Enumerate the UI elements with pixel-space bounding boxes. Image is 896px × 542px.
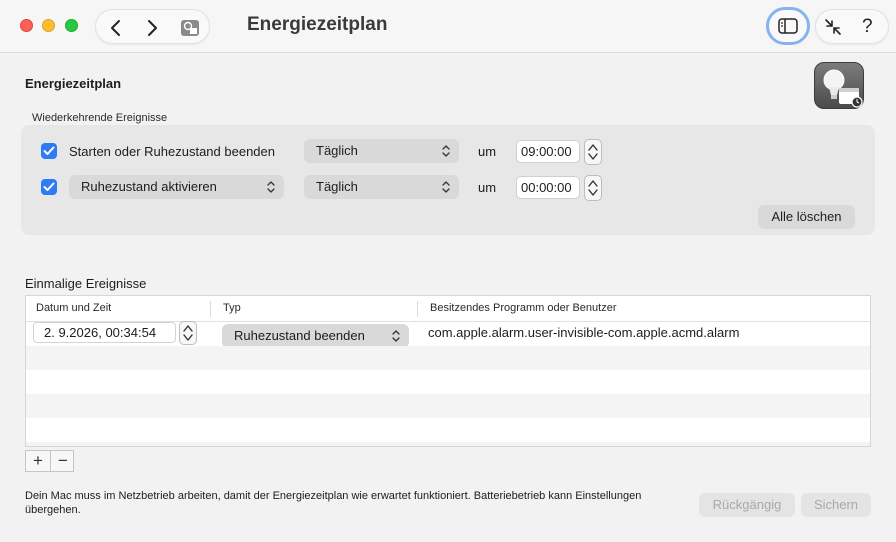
checkmark-icon [43, 182, 55, 191]
time-field-2[interactable]: 00:00:00 [516, 176, 580, 199]
window-title: Energiezeitplan [247, 14, 388, 35]
chevron-left-icon [111, 19, 120, 36]
chevron-updown-icon [442, 181, 450, 193]
recurring-events-label: Wiederkehrende Ereignisse [32, 112, 168, 124]
time-field-1[interactable]: 09:00:00 [516, 140, 580, 163]
frequency-value: Täglich [316, 179, 358, 194]
save-button[interactable]: Sichern [801, 493, 871, 517]
minimize-window-button[interactable] [42, 19, 55, 32]
add-button[interactable]: + [26, 451, 50, 471]
empty-row [26, 394, 870, 418]
empty-row [26, 442, 870, 446]
datetime-stepper[interactable] [179, 321, 197, 345]
stepper-arrows-icon [183, 325, 193, 341]
back-button[interactable] [98, 10, 134, 45]
table-header: Datum und Zeit Typ Besitzendes Programm … [26, 296, 870, 322]
time-stepper-2[interactable] [584, 175, 602, 201]
datetime-field[interactable]: 2. 9.2026, 00:34:54 [33, 322, 176, 343]
stepper-arrows-icon [588, 180, 598, 196]
time-stepper-1[interactable] [584, 139, 602, 165]
type-value: Ruhezustand beenden [234, 328, 365, 343]
chevron-updown-icon [442, 145, 450, 157]
at-label: um [478, 180, 497, 195]
sidebar-toggle-button[interactable] [766, 7, 810, 45]
energy-schedule-small-icon [181, 19, 199, 36]
column-divider [417, 301, 418, 317]
owner-value: com.apple.alarm.user-invisible-com.apple… [428, 325, 740, 340]
navigation-group [95, 9, 210, 44]
empty-row [26, 370, 870, 394]
forward-button[interactable] [134, 10, 170, 45]
title-bar: Energiezeitplan ? [0, 0, 896, 53]
table-row[interactable]: 2. 9.2026, 00:34:54 Ruhezustand beenden … [26, 321, 870, 348]
type-popup[interactable]: Ruhezustand beenden [222, 324, 409, 348]
collapse-arrows-icon [825, 19, 841, 35]
column-divider [210, 301, 211, 317]
start-wake-label: Starten oder Ruhezustand beenden [69, 144, 275, 159]
action-popup-2[interactable]: Ruhezustand aktivieren [69, 175, 284, 199]
column-header-type[interactable]: Typ [223, 302, 241, 314]
chevron-updown-icon [392, 330, 400, 342]
add-remove-control: + − [25, 450, 74, 472]
action-value: Ruhezustand aktivieren [81, 179, 217, 194]
checkmark-icon [43, 146, 55, 155]
revert-button[interactable]: Rückgängig [699, 493, 795, 517]
one-time-events-label: Einmalige Ereignisse [25, 276, 147, 291]
close-window-button[interactable] [20, 19, 33, 32]
app-icon-button[interactable] [172, 10, 208, 45]
empty-row [26, 418, 870, 442]
stepper-arrows-icon [588, 144, 598, 160]
start-wake-checkbox[interactable] [41, 143, 57, 159]
frequency-popup-1[interactable]: Täglich [304, 139, 459, 163]
energy-schedule-icon [814, 62, 864, 109]
clear-all-button[interactable]: Alle löschen [758, 205, 855, 229]
at-label: um [478, 144, 497, 159]
sidebar-icon [778, 18, 798, 34]
power-note: Dein Mac muss im Netzbetrieb arbeiten, d… [25, 490, 642, 516]
frequency-value: Täglich [316, 143, 358, 158]
chevron-right-icon [148, 19, 157, 36]
collapse-button[interactable] [824, 18, 842, 41]
chevron-updown-icon [267, 181, 275, 193]
one-time-events-table: Datum und Zeit Typ Besitzendes Programm … [25, 295, 871, 447]
column-header-datetime[interactable]: Datum und Zeit [36, 302, 111, 314]
help-button[interactable]: ? [862, 16, 873, 38]
section-title: Energiezeitplan [25, 76, 122, 91]
zoom-window-button[interactable] [65, 19, 78, 32]
remove-button[interactable]: − [51, 451, 75, 471]
column-header-owner[interactable]: Besitzendes Programm oder Benutzer [430, 302, 616, 314]
empty-row [26, 346, 870, 370]
sleep-checkbox[interactable] [41, 179, 57, 195]
right-toolbar-group: ? [815, 9, 889, 44]
frequency-popup-2[interactable]: Täglich [304, 175, 459, 199]
